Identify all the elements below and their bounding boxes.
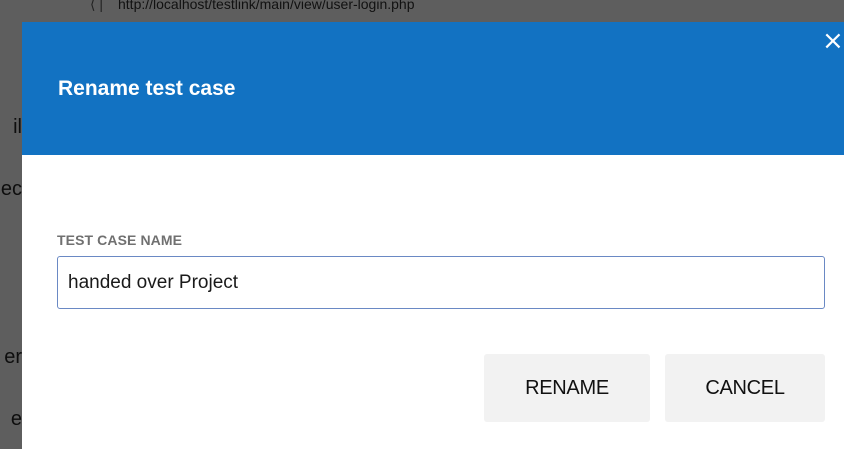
background-url-text: http://localhost/testlink/main/view/user…	[118, 0, 415, 12]
cancel-button[interactable]: CANCEL	[665, 354, 825, 422]
rename-button[interactable]: RENAME	[484, 354, 650, 422]
test-case-name-input[interactable]	[57, 256, 825, 309]
background-nav-glyph: ⟨ |	[90, 0, 103, 12]
background-text-fragment: ec	[0, 178, 22, 200]
test-case-name-label: TEST CASE NAME	[57, 232, 183, 248]
background-text-fragment: e	[10, 408, 22, 430]
background-url-bar: ⟨ | http://localhost/testlink/main/view/u…	[90, 0, 650, 16]
dialog-title: Rename test case	[58, 77, 236, 100]
rename-test-case-dialog: Rename test case × TEST CASE NAME RENAME…	[22, 22, 844, 449]
background-text-fragment: er	[4, 346, 22, 368]
dialog-header: Rename test case ×	[22, 22, 844, 155]
background-text-fragment: il	[13, 116, 22, 138]
close-icon[interactable]: ×	[822, 28, 844, 54]
